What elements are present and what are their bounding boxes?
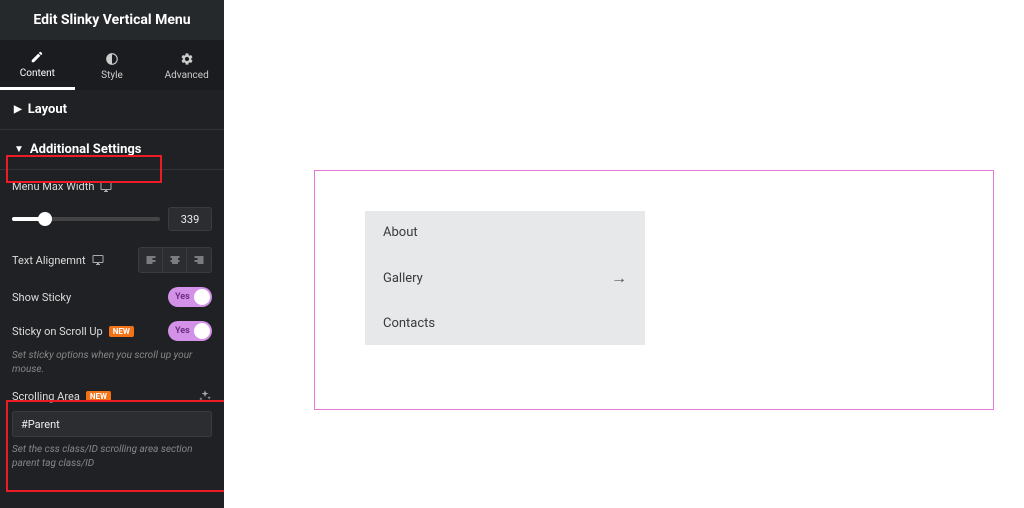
ai-sparkle-icon[interactable] (198, 389, 212, 403)
align-center-button[interactable] (163, 248, 187, 272)
editor-sidebar: Edit Slinky Vertical Menu Content Style … (0, 0, 224, 508)
show-sticky-label: Show Sticky (12, 291, 71, 304)
preview-canvas: About Gallery → Contacts (224, 0, 1024, 508)
menu-item-contacts[interactable]: Contacts (365, 302, 645, 345)
tab-advanced[interactable]: Advanced (149, 40, 224, 90)
slider-thumb[interactable] (38, 212, 52, 226)
editor-tabs: Content Style Advanced (0, 40, 224, 90)
contrast-icon (105, 52, 119, 66)
align-center-icon (169, 254, 181, 266)
scrolling-area-input[interactable] (12, 411, 212, 437)
arrow-right-icon: → (611, 268, 627, 288)
max-width-label: Menu Max Width (12, 180, 94, 193)
tab-style[interactable]: Style (75, 40, 150, 90)
align-right-icon (193, 254, 205, 266)
scrolling-area-label: Scrolling Area (12, 390, 80, 403)
align-left-button[interactable] (139, 248, 163, 272)
menu-item-gallery[interactable]: Gallery → (365, 254, 645, 302)
section-label: Additional Settings (30, 142, 142, 157)
controls-panel: Menu Max Width 339 Text Alignemnt (0, 170, 224, 493)
caret-right-icon: ▶ (14, 104, 22, 115)
tab-label: Style (101, 70, 123, 81)
text-align-label: Text Alignemnt (12, 254, 86, 267)
tab-content[interactable]: Content (0, 40, 75, 90)
menu-preview: About Gallery → Contacts (365, 211, 645, 345)
align-right-button[interactable] (187, 248, 211, 272)
show-sticky-toggle[interactable]: Yes (168, 287, 212, 307)
max-width-value[interactable]: 339 (168, 207, 212, 231)
desktop-icon[interactable] (100, 181, 112, 193)
align-button-group (138, 247, 212, 273)
pencil-icon (30, 50, 44, 64)
section-layout[interactable]: ▶ Layout (0, 90, 224, 130)
toggle-knob (194, 323, 210, 339)
sticky-scroll-up-label: Sticky on Scroll Up (12, 325, 103, 338)
new-badge: NEW (86, 391, 111, 402)
scrolling-area-hint: Set the css class/ID scrolling area sect… (12, 443, 212, 471)
gear-icon (180, 52, 194, 66)
sticky-scroll-up-toggle[interactable]: Yes (168, 321, 212, 341)
tab-label: Content (20, 68, 55, 79)
widget-frame[interactable]: About Gallery → Contacts (314, 170, 994, 410)
new-badge: NEW (109, 326, 134, 337)
toggle-knob (194, 289, 210, 305)
tab-label: Advanced (165, 70, 209, 81)
max-width-slider[interactable] (12, 217, 160, 221)
sticky-hint: Set sticky options when you scroll up yo… (12, 349, 212, 377)
section-additional-settings[interactable]: ▼ Additional Settings (0, 130, 224, 170)
align-left-icon (145, 254, 157, 266)
menu-item-about[interactable]: About (365, 211, 645, 254)
caret-down-icon: ▼ (14, 144, 24, 155)
section-label: Layout (28, 102, 67, 117)
desktop-icon[interactable] (92, 254, 104, 266)
panel-title: Edit Slinky Vertical Menu (0, 0, 224, 40)
